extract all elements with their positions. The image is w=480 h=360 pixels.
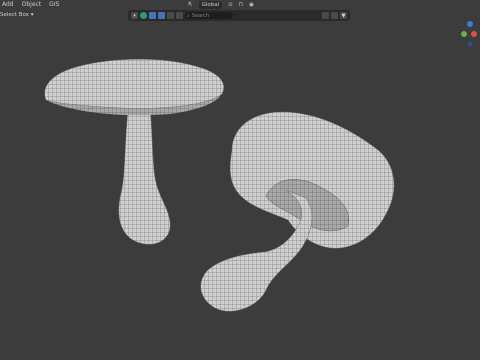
- right-cap: [230, 111, 395, 249]
- mushroom-mesh: [44, 58, 395, 312]
- left-cap: [44, 58, 224, 109]
- left-stem: [118, 107, 171, 245]
